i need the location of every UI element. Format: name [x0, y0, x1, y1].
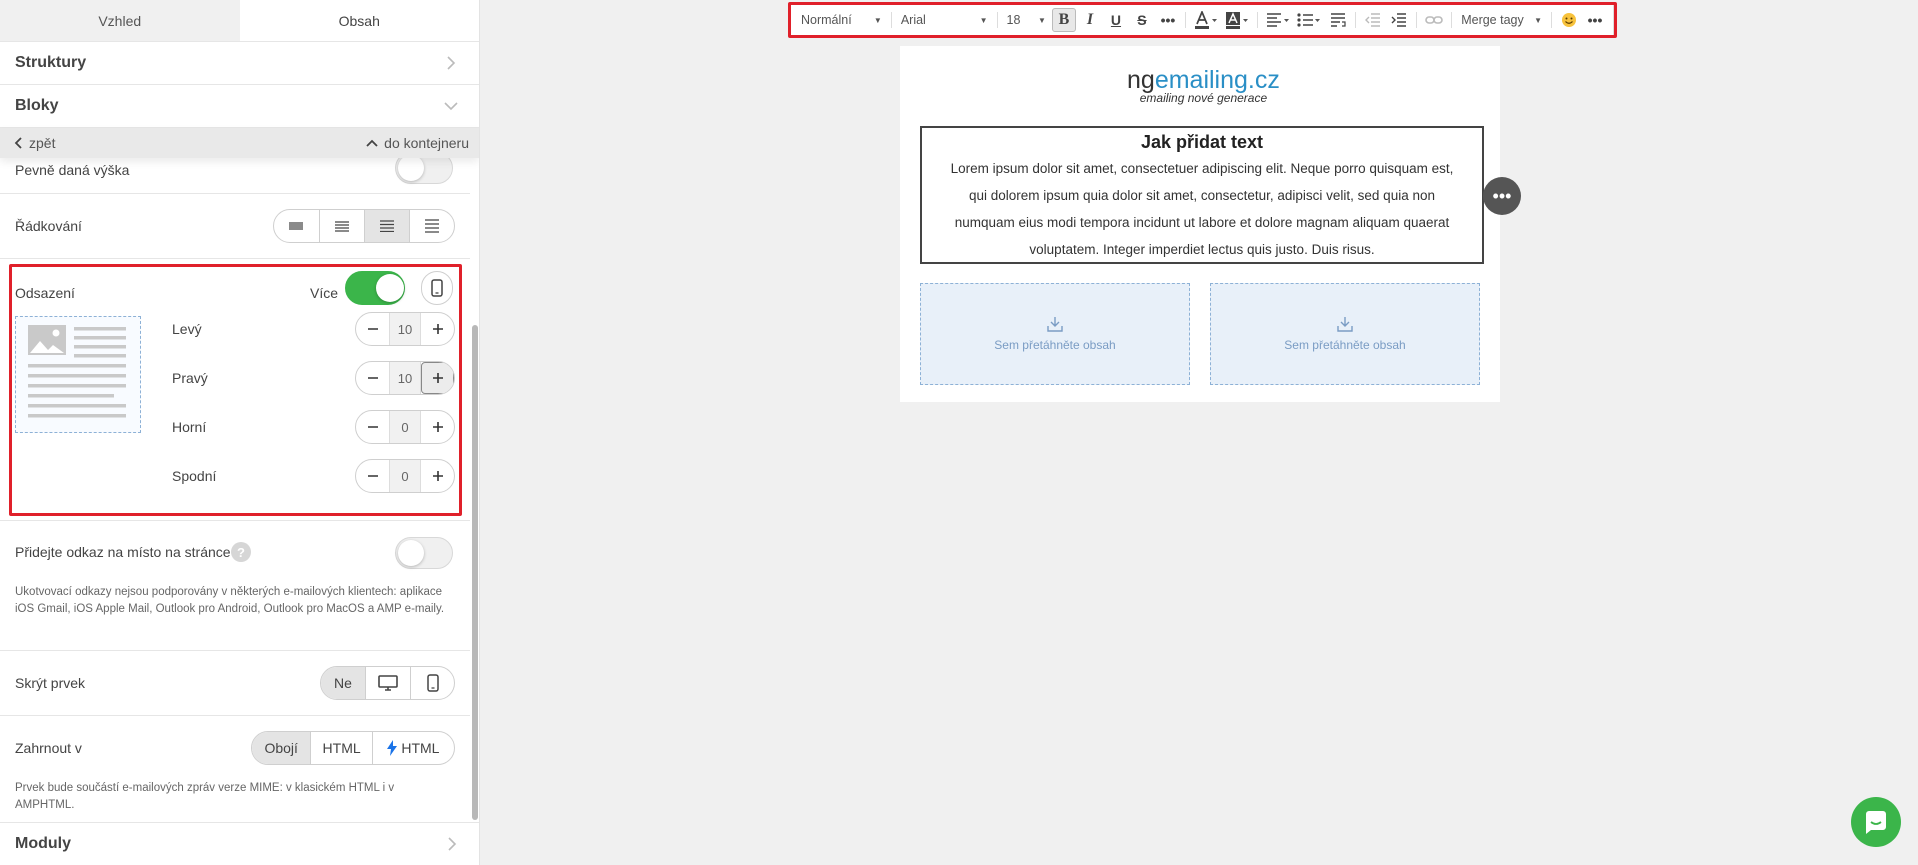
- drop-zone-label: Sem přetáhněte obsah: [994, 338, 1116, 352]
- to-container-button[interactable]: do kontejneru: [366, 135, 469, 151]
- line-spacing-wide-icon: [379, 220, 394, 232]
- line-spacing-option-3[interactable]: [364, 210, 409, 242]
- chevron-right-icon: [447, 56, 456, 70]
- block-settings-panel: Pevně daná výška Řádkování Odsazení Více…: [0, 158, 479, 820]
- include-option-html[interactable]: HTML: [310, 732, 371, 764]
- chat-button[interactable]: [1851, 797, 1901, 847]
- include-options: Obojí HTML HTML: [251, 731, 455, 765]
- to-container-label: do kontejneru: [384, 135, 469, 151]
- accordion-bloky[interactable]: Bloky: [0, 85, 479, 128]
- block-more-button[interactable]: •••: [1483, 177, 1521, 215]
- desktop-icon: [378, 675, 398, 691]
- mobile-icon: [426, 674, 439, 692]
- chevron-right-icon: [448, 837, 457, 851]
- sidebar-scrollbar-thumb[interactable]: [472, 325, 478, 820]
- logo-main-prefix: ng: [1127, 66, 1155, 94]
- chevron-up-icon: [366, 139, 378, 147]
- line-spacing-normal-icon: [334, 221, 349, 232]
- toolbar-highlight-frame: [788, 2, 1617, 38]
- tab-obsah[interactable]: Obsah: [239, 0, 479, 41]
- sidebar-tabs: Vzhled Obsah: [0, 0, 479, 42]
- padding-highlight-frame: [9, 264, 462, 516]
- back-bar: zpět do kontejneru: [0, 128, 479, 158]
- fixed-height-row: Pevně daná výška: [0, 158, 470, 194]
- help-icon[interactable]: ?: [231, 542, 251, 562]
- text-block-selected[interactable]: Jak přidat text Lorem ipsum dolor sit am…: [920, 126, 1484, 264]
- more-dots-icon: •••: [1492, 185, 1512, 206]
- hide-option-mobile[interactable]: [410, 667, 454, 699]
- accordion-struktury[interactable]: Struktury: [0, 42, 479, 85]
- accordion-bloky-label: Bloky: [15, 97, 59, 114]
- chat-icon: [1866, 811, 1886, 834]
- text-block-title[interactable]: Jak přidat text: [922, 132, 1482, 153]
- fixed-height-toggle[interactable]: [395, 158, 453, 184]
- amp-html-label: HTML: [401, 740, 440, 756]
- properties-sidebar: Vzhled Obsah Struktury Bloky zpět do kon…: [0, 0, 480, 865]
- logo-main-suffix: emailing.cz: [1154, 66, 1280, 94]
- include-section: Zahrnout v Obojí HTML HTML Prvek bude so…: [0, 716, 470, 820]
- amp-lightning-icon: [387, 740, 398, 756]
- include-label: Zahrnout v: [15, 740, 82, 756]
- accordion-moduly-label: Moduly: [15, 835, 71, 852]
- anchor-label: Přidejte odkaz na místo na stránce: [15, 544, 231, 560]
- hide-option-desktop[interactable]: [365, 667, 410, 699]
- accordion-moduly[interactable]: Moduly: [0, 822, 479, 865]
- hide-label: Skrýt prvek: [15, 675, 86, 691]
- chevron-left-icon: [14, 137, 22, 149]
- line-spacing-option-2[interactable]: [318, 210, 365, 242]
- toggle-knob: [398, 158, 424, 181]
- drop-zone-right[interactable]: Sem přetáhněte obsah: [1210, 283, 1480, 385]
- toggle-knob: [398, 540, 424, 566]
- line-spacing-option-1[interactable]: [274, 210, 319, 242]
- line-spacing-label: Řádkování: [15, 218, 82, 234]
- tab-vzhled[interactable]: Vzhled: [0, 0, 240, 41]
- text-block-body[interactable]: Lorem ipsum dolor sit amet, consectetuer…: [922, 155, 1482, 263]
- accordion-struktury-label: Struktury: [15, 54, 87, 71]
- download-icon: [1337, 317, 1353, 332]
- line-spacing-tight-icon: [289, 222, 304, 230]
- line-spacing-options: [273, 209, 455, 243]
- fixed-height-label: Pevně daná výška: [15, 162, 130, 178]
- include-note: Prvek bude součástí e-mailových zpráv ve…: [15, 782, 395, 811]
- include-option-both[interactable]: Obojí: [252, 732, 311, 764]
- logo-tagline: emailing nové generace: [1139, 91, 1268, 105]
- anchor-section: Přidejte odkaz na místo na stránce ? Uko…: [0, 521, 470, 651]
- line-spacing-row: Řádkování: [0, 194, 470, 259]
- back-button[interactable]: zpět: [14, 135, 55, 151]
- email-canvas: ngemailing.cz emailing nové generace Jak…: [900, 46, 1521, 402]
- line-spacing-widest-icon: [424, 219, 439, 233]
- hide-option-no[interactable]: Ne: [321, 667, 365, 699]
- drop-zone-label: Sem přetáhněte obsah: [1284, 338, 1406, 352]
- anchor-note: Ukotvovací odkazy nejsou podporovány v n…: [15, 586, 445, 615]
- download-icon: [1047, 317, 1063, 332]
- include-option-amp-html[interactable]: HTML: [371, 732, 454, 764]
- back-label: zpět: [29, 135, 56, 151]
- logo: ngemailing.cz emailing nové generace: [1127, 66, 1280, 105]
- drop-zone-left[interactable]: Sem přetáhněte obsah: [920, 283, 1190, 385]
- line-spacing-option-4[interactable]: [408, 210, 454, 242]
- hide-section: Skrýt prvek Ne: [0, 651, 470, 716]
- hide-options: Ne: [320, 666, 455, 700]
- anchor-toggle[interactable]: [395, 537, 453, 569]
- chevron-down-icon: [444, 102, 458, 111]
